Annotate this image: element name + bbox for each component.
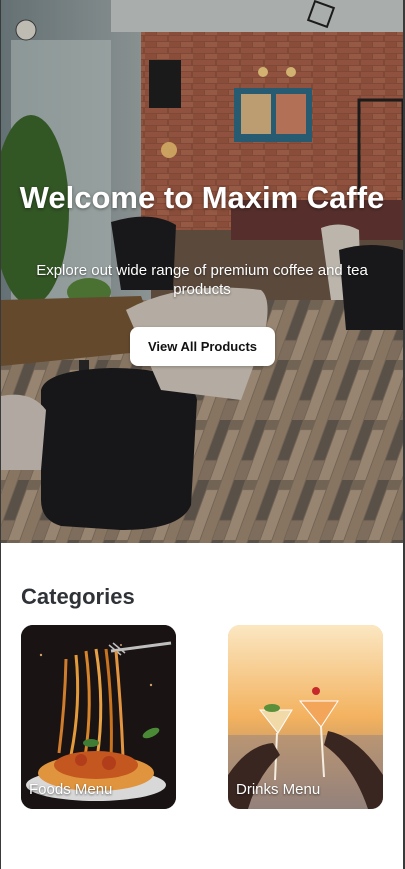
category-label-foods: Foods Menu: [29, 781, 113, 798]
categories-heading: Categories: [21, 584, 135, 609]
category-card-drinks[interactable]: Drinks Menu: [228, 625, 383, 809]
category-label-drinks: Drinks Menu: [236, 781, 321, 798]
hero-title: Welcome to Maxim Caffe: [19, 180, 385, 215]
hero-subtitle: Explore out wide range of premium coffee…: [36, 262, 368, 298]
category-card-foods[interactable]: Foods Menu: [21, 625, 176, 809]
hero-banner: Welcome to Maxim Caffe Explore out wide …: [1, 0, 403, 543]
view-all-products-button[interactable]: View All Products: [130, 327, 275, 366]
